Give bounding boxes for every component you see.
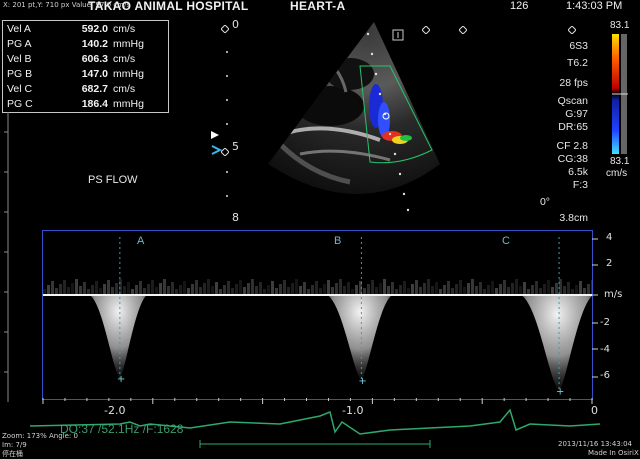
measurement-label: PG C: [7, 98, 33, 110]
measurement-label: PG A: [7, 38, 32, 50]
hospital-name: TAKAO ANIMAL HOSPITAL: [88, 0, 249, 13]
measurement-label: Vel B: [7, 53, 32, 65]
study-date: 2013/11/16 13:43:04: [558, 440, 633, 448]
measurement-unit: cm/s: [113, 53, 136, 65]
velocity-tick: 2: [606, 258, 613, 269]
color-velocity-bar: [612, 34, 628, 154]
measurement-unit: mmHg: [113, 98, 144, 110]
made-in-label: Made In OsiriX: [588, 449, 639, 457]
spectral-peak: [89, 295, 147, 378]
spectral-peak: [521, 295, 592, 391]
measurement-row: Vel C 682.7 cm/s: [3, 82, 168, 97]
measurement-row: PG C 186.4 mmHg: [3, 97, 168, 112]
measurement-row: Vel B 606.3 cm/s: [3, 52, 168, 67]
probe-name: 6S3: [569, 40, 588, 52]
frame-number: 126: [510, 0, 529, 12]
prf-value: 6.5k: [568, 166, 588, 178]
preset-name: HEART-A: [290, 0, 346, 13]
peak-cursor: +: [358, 376, 366, 387]
angle-value: 0°: [539, 196, 550, 208]
gain-value: G:97: [565, 108, 588, 120]
peak-cursor: +: [556, 387, 564, 398]
depth-mark-top: 0: [232, 18, 239, 31]
filter-value: F:3: [572, 179, 588, 191]
scale-diamond-icon: [567, 21, 577, 39]
measurement-unit: mmHg: [113, 38, 144, 50]
sector-image: [268, 22, 440, 212]
left-ruler: [4, 112, 9, 402]
depth-tick-dots: [225, 48, 229, 213]
measurement-row: PG B 147.0 mmHg: [3, 67, 168, 82]
measurement-label: Vel C: [7, 83, 33, 95]
measurement-unit: cm/s: [113, 83, 136, 95]
measurement-value: 606.3: [81, 53, 108, 65]
depth-value: 3.8cm: [559, 212, 588, 224]
color-bar-top: 83.1: [610, 20, 630, 31]
depth-diamond-icon: [220, 20, 230, 38]
depth-diamond-icon: [220, 143, 230, 161]
measurement-value: 186.4: [81, 98, 108, 110]
velocity-unit: m/s: [604, 289, 623, 300]
dynamic-range: DR:65: [558, 121, 588, 133]
measurement-table: Vel A 592.0 cm/s PG A 140.2 mmHg Vel B 6…: [2, 20, 169, 113]
measurement-row: Vel A 592.0 cm/s: [3, 22, 168, 37]
velocity-scale-ticks: [592, 238, 598, 378]
peak-marker-b: B: [334, 235, 342, 247]
measurement-value: 147.0: [81, 68, 108, 80]
sector-label: PS FLOW: [88, 174, 138, 186]
doppler-spectrum: + + +: [43, 237, 592, 398]
scale-diamond-icon: [458, 21, 468, 39]
clock-time: 1:43:03 PM: [566, 0, 623, 12]
color-gain: CG:38: [557, 153, 588, 165]
peak-cursor: +: [117, 374, 125, 385]
zoom-info: Zoom: 173% Angle: 0: [2, 432, 78, 440]
peak-marker-c: C: [502, 235, 510, 247]
depth-mark-mid: 5: [232, 140, 239, 153]
measurement-unit: cm/s: [113, 23, 136, 35]
measurement-row: PG A 140.2 mmHg: [3, 37, 168, 52]
velocity-tick: -2: [600, 317, 610, 328]
velocity-tick: -6: [600, 370, 610, 381]
measurement-label: PG B: [7, 68, 33, 80]
color-bar-unit: cm/s: [606, 168, 628, 179]
measurement-value: 682.7: [81, 83, 108, 95]
depth-mark-bottom: 8: [232, 211, 239, 224]
measurement-value: 592.0: [81, 23, 108, 35]
measurement-unit: mmHg: [113, 68, 144, 80]
tissue-preset: T6.2: [566, 57, 588, 69]
spectral-peak: [327, 295, 393, 380]
peak-marker-a: A: [137, 235, 145, 247]
color-bar-bottom: 83.1: [610, 156, 630, 167]
frame-rate: 28 fps: [559, 77, 588, 89]
qscan-label: Qscan: [557, 95, 588, 107]
image-index: Im: 7/9: [2, 441, 27, 449]
spectral-envelopes: [89, 295, 592, 391]
probe-orientation-icon: [392, 29, 404, 41]
scale-diamond-icon: [421, 21, 431, 39]
measurement-value: 140.2: [81, 38, 108, 50]
color-frequency: CF 2.8: [556, 140, 588, 152]
spectral-noise-band: [43, 279, 592, 295]
doppler-info: DO:37 /52.1Hz /F:1628: [60, 422, 184, 436]
velocity-tick: -4: [600, 344, 610, 355]
velocity-tick: 4: [606, 232, 613, 243]
measurement-label: Vel A: [7, 23, 31, 35]
